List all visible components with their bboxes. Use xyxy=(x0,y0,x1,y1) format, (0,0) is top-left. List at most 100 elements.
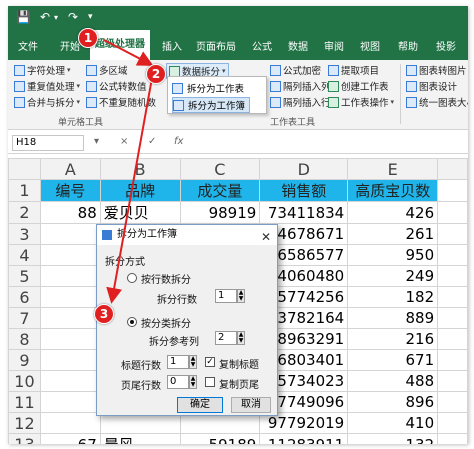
menu-item-split-to-sheets[interactable]: 拆分为工作表 xyxy=(172,81,244,95)
column-header[interactable]: C xyxy=(179,158,261,180)
table-cell[interactable] xyxy=(437,349,468,371)
table-cell[interactable] xyxy=(437,328,468,350)
tab-projection[interactable]: 投影 xyxy=(436,38,456,53)
header-cell[interactable]: 编号 xyxy=(39,179,101,202)
duplicate-process-button[interactable]: 重复值处理 ▾ xyxy=(14,79,80,93)
table-cell[interactable]: 爱贝贝 xyxy=(99,201,181,224)
extract-items-button[interactable]: 提取项目 xyxy=(328,63,379,77)
table-cell[interactable]: 249 xyxy=(347,265,439,287)
row-header[interactable]: 13 xyxy=(8,433,41,444)
table-cell[interactable]: 132 xyxy=(347,433,439,444)
select-all-corner[interactable] xyxy=(8,158,41,180)
split-by-rows-radio[interactable] xyxy=(127,273,137,283)
header-cell[interactable]: 成交量 xyxy=(179,179,261,202)
table-cell[interactable]: 182 xyxy=(347,286,439,308)
char-process-button[interactable]: 字符处理 ▾ xyxy=(14,63,71,77)
tab-review[interactable]: 审阅 xyxy=(324,38,344,53)
table-cell[interactable] xyxy=(39,244,101,266)
close-icon[interactable]: ✕ xyxy=(261,227,271,247)
table-cell[interactable]: 98919 xyxy=(179,201,261,224)
row-header[interactable]: 7 xyxy=(8,307,41,329)
row-header[interactable]: 1 xyxy=(8,179,41,202)
merge-split-button[interactable]: 合并与拆分 ▾ xyxy=(14,95,80,109)
formula-encrypt-button[interactable]: 公式加密 xyxy=(270,63,321,77)
table-cell[interactable]: 88 xyxy=(39,201,101,224)
row-header[interactable]: 10 xyxy=(8,370,41,392)
cancel-entry-icon[interactable]: × xyxy=(120,136,128,147)
sheet-operations-button[interactable]: 工作表操作 ▾ xyxy=(328,95,394,109)
ok-button[interactable]: 确定 xyxy=(177,397,223,413)
formula-to-value-button[interactable]: 公式转数值 xyxy=(86,79,147,93)
cancel-button[interactable]: 取消 xyxy=(231,397,271,413)
row-header[interactable]: 6 xyxy=(8,286,41,308)
row-header[interactable]: 4 xyxy=(8,244,41,266)
menu-item-split-to-workbooks[interactable]: 拆分为工作簿 xyxy=(172,97,251,113)
unique-random-button[interactable]: 不重复随机数 xyxy=(86,95,156,109)
undo-dropdown-icon[interactable]: ▾ xyxy=(54,13,58,22)
table-cell[interactable]: 73411834 xyxy=(259,201,349,224)
table-cell[interactable]: 67 xyxy=(39,433,101,444)
tab-view[interactable]: 视图 xyxy=(360,38,380,53)
rows-count-input[interactable]: 1 xyxy=(215,289,237,303)
save-icon[interactable]: 💾 xyxy=(16,10,31,24)
column-header[interactable]: E xyxy=(347,158,439,180)
tab-page-layout[interactable]: 页面布局 xyxy=(196,38,236,53)
reference-column-input[interactable]: 2 xyxy=(215,331,237,345)
quick-access-dropdown-icon[interactable]: ▾ xyxy=(88,12,93,22)
table-cell[interactable] xyxy=(437,370,468,392)
column-header[interactable]: D xyxy=(259,158,349,180)
header-rows-stepper[interactable]: ▲ ▼ xyxy=(189,355,197,369)
table-cell[interactable]: 11283911 xyxy=(259,433,349,444)
table-cell[interactable] xyxy=(437,286,468,308)
chart-to-image-button[interactable]: 图表转图片 xyxy=(406,63,467,77)
table-cell[interactable]: 950 xyxy=(347,244,439,266)
footer-rows-input[interactable]: 0 xyxy=(167,375,189,389)
tab-data[interactable]: 数据 xyxy=(288,38,308,53)
table-cell[interactable]: 晨风 xyxy=(99,433,181,444)
row-header[interactable]: 9 xyxy=(8,349,41,371)
name-box-dropdown-icon[interactable]: ▾ xyxy=(94,136,99,147)
rows-count-stepper[interactable]: ▲ ▼ xyxy=(237,289,245,303)
row-header[interactable]: 2 xyxy=(8,201,41,224)
name-box[interactable]: H18 xyxy=(12,135,84,151)
unify-chart-size-button[interactable]: 统一图表大小 xyxy=(406,95,468,109)
confirm-entry-icon[interactable]: ✓ xyxy=(148,136,156,147)
row-header[interactable]: 3 xyxy=(8,223,41,245)
table-cell[interactable] xyxy=(437,201,468,224)
tab-home[interactable]: 开始 xyxy=(60,38,80,53)
table-cell[interactable]: 59189 xyxy=(179,433,261,444)
insert-alt-column-button[interactable]: 隔列插入列 xyxy=(270,79,331,93)
table-cell[interactable] xyxy=(437,307,468,329)
tab-super-processor[interactable]: 超级处理器 xyxy=(90,30,150,60)
reference-column-stepper[interactable]: ▲ ▼ xyxy=(237,331,245,345)
insert-alt-row-button[interactable]: 隔列插入行 xyxy=(270,95,331,109)
undo-icon[interactable]: ↶ xyxy=(40,10,50,24)
table-cell[interactable] xyxy=(437,265,468,287)
footer-rows-stepper[interactable]: ▲ ▼ xyxy=(189,375,197,389)
table-cell[interactable] xyxy=(437,244,468,266)
header-cell[interactable]: 品牌 xyxy=(99,179,181,202)
chart-design-button[interactable]: 图表设计 xyxy=(406,79,457,93)
tab-formulas[interactable]: 公式 xyxy=(252,38,272,53)
header-cell[interactable]: 高质宝贝数 xyxy=(347,179,439,202)
table-cell[interactable] xyxy=(437,433,468,444)
redo-icon[interactable]: ↷ xyxy=(68,10,78,24)
table-cell[interactable] xyxy=(437,391,468,413)
table-cell[interactable]: 426 xyxy=(347,201,439,224)
table-cell[interactable] xyxy=(39,265,101,287)
create-sheet-button[interactable]: 创建工作表 xyxy=(328,79,389,93)
copy-header-checkbox[interactable]: ✓ xyxy=(205,357,215,367)
tab-file[interactable]: 文件 xyxy=(18,38,38,53)
table-cell[interactable] xyxy=(39,307,101,329)
table-cell[interactable] xyxy=(39,412,101,434)
table-cell[interactable]: 410 xyxy=(347,412,439,434)
table-cell[interactable] xyxy=(39,349,101,371)
copy-footer-checkbox[interactable] xyxy=(205,377,215,387)
header-rows-input[interactable]: 1 xyxy=(167,355,189,369)
column-header[interactable] xyxy=(437,158,468,180)
table-cell[interactable]: 216 xyxy=(347,328,439,350)
multi-region-button[interactable]: 多区域 xyxy=(86,63,128,77)
table-cell[interactable] xyxy=(39,391,101,413)
row-header[interactable]: 12 xyxy=(8,412,41,434)
table-cell[interactable] xyxy=(39,328,101,350)
